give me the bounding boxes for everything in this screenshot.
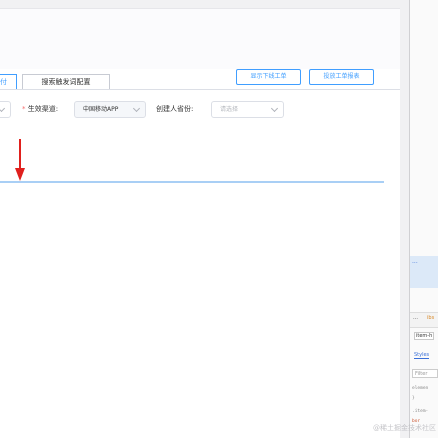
devtools-panel: ... … ibs item-h Styles Filter elemen } … [409, 0, 438, 438]
creator-province-placeholder: 请选择 [220, 106, 239, 113]
red-arrow-head [15, 168, 25, 181]
tab-active[interactable]: 付 [0, 74, 17, 89]
tabs-divider [0, 89, 400, 90]
chevron-down-icon [0, 104, 6, 113]
header-zone [0, 9, 400, 69]
chevron-down-icon [270, 104, 279, 113]
creator-province-label: 创建人省份: [156, 105, 194, 113]
show-offline-workorder-button[interactable]: 显示下线工单 [236, 69, 301, 85]
channel-select-value: 中国移动APP [83, 106, 119, 113]
channel-select[interactable]: 中国移动APP [74, 101, 146, 118]
tab-search-trigger-config[interactable]: 搜索触发词配置 [22, 74, 110, 89]
previous-select[interactable] [0, 101, 11, 118]
devtools-more-icon[interactable]: … [413, 315, 418, 321]
creator-province-select[interactable]: 请选择 [211, 101, 284, 118]
channel-label-text: 生效渠道: [27, 105, 59, 113]
devtools-breadcrumb[interactable]: item-h [414, 332, 435, 340]
chevron-down-icon [132, 104, 141, 113]
devtools-filter-input[interactable]: Filter [412, 369, 438, 378]
devtools-toolbar: … ibs [410, 312, 438, 328]
watermark: @稀土掘金技术社区 [373, 424, 436, 432]
red-arrow-shaft [19, 139, 21, 171]
devtools-styles-tab[interactable]: Styles [414, 352, 430, 359]
devtools-code-line: .item- [412, 409, 429, 414]
devtools-code-line: } [412, 396, 415, 401]
devtools-panel-tab-fragment[interactable]: ibs [427, 315, 434, 321]
highlighted-divider-line [0, 181, 384, 183]
devtools-dots: ... [412, 258, 418, 265]
workorder-report-button[interactable]: 投放工单报表 [309, 69, 374, 85]
channel-label: * 生效渠道: [22, 101, 58, 118]
devtools-code-line: elemen [412, 386, 429, 391]
